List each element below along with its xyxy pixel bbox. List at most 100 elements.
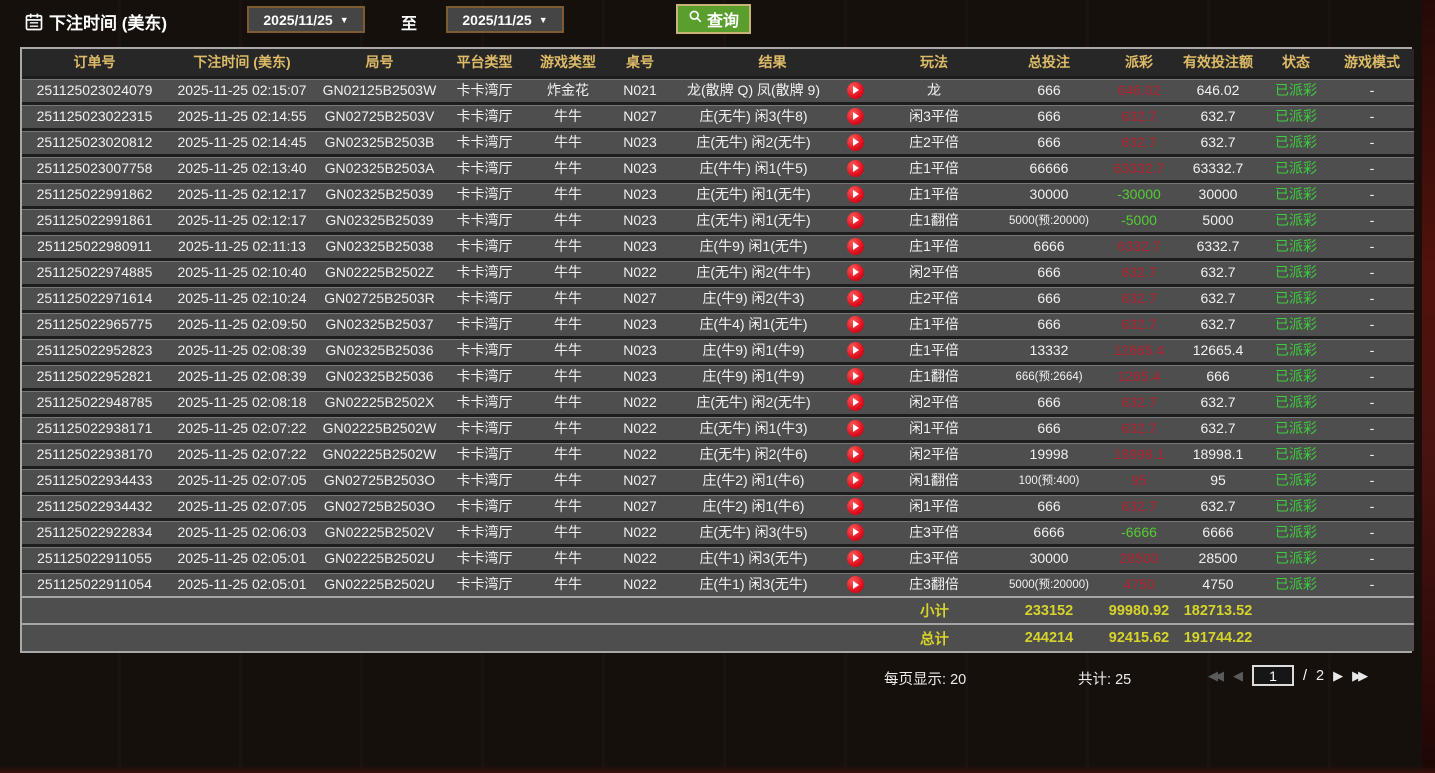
game-mode: - bbox=[1330, 259, 1414, 285]
status-badge: 已派彩 bbox=[1262, 441, 1330, 467]
game-mode: - bbox=[1330, 311, 1414, 337]
replay-video-button[interactable] bbox=[847, 134, 864, 151]
table-row: 251125022971614 2025-11-25 02:10:24 GN02… bbox=[22, 285, 1414, 311]
order-id: 251125022952823 bbox=[22, 337, 167, 363]
replay-video-button[interactable] bbox=[847, 420, 864, 437]
last-page-button[interactable]: ▶▶ bbox=[1352, 668, 1368, 684]
replay-video-button[interactable] bbox=[847, 264, 864, 281]
game-mode: - bbox=[1330, 77, 1414, 103]
subtotal-payout: 99980.92 bbox=[1104, 597, 1174, 624]
replay-video-button[interactable] bbox=[847, 342, 864, 359]
total-bet: 666(预:2664) bbox=[994, 363, 1104, 389]
platform-type: 卡卡湾厅 bbox=[442, 467, 527, 493]
replay-video-button[interactable] bbox=[847, 108, 864, 125]
status-badge: 已派彩 bbox=[1262, 155, 1330, 181]
status-badge: 已派彩 bbox=[1262, 77, 1330, 103]
replay-video-button[interactable] bbox=[847, 186, 864, 203]
game-type: 牛牛 bbox=[527, 571, 609, 597]
round-id: GN02225B2502W bbox=[317, 441, 442, 467]
payout-amount: 63332.7 bbox=[1104, 155, 1174, 181]
platform-type: 卡卡湾厅 bbox=[442, 519, 527, 545]
total-bet: 666 bbox=[994, 493, 1104, 519]
date-from-select[interactable]: 2025/11/25 ▼ bbox=[247, 6, 365, 33]
table-number: N022 bbox=[609, 519, 671, 545]
bet-option: 闲1翻倍 bbox=[874, 467, 994, 493]
order-id: 251125022934433 bbox=[22, 467, 167, 493]
prev-page-button[interactable]: ◀ bbox=[1233, 668, 1243, 684]
table-number: N023 bbox=[609, 181, 671, 207]
valid-bet-amount: 646.02 bbox=[1174, 77, 1262, 103]
result-text: 庄(牛2) 闲1(牛6) bbox=[671, 467, 836, 493]
round-id: GN02325B25039 bbox=[317, 207, 442, 233]
page-number-input[interactable] bbox=[1252, 665, 1294, 686]
table-number: N023 bbox=[609, 363, 671, 389]
search-icon bbox=[688, 9, 703, 29]
table-number: N021 bbox=[609, 77, 671, 103]
total-count-info: 共计: 25 bbox=[1078, 668, 1131, 689]
game-mode: - bbox=[1330, 467, 1414, 493]
search-button-label: 查询 bbox=[707, 7, 739, 31]
replay-video-button[interactable] bbox=[847, 446, 864, 463]
table-row: 251125022938171 2025-11-25 02:07:22 GN02… bbox=[22, 415, 1414, 441]
bet-time: 2025-11-25 02:07:22 bbox=[167, 415, 317, 441]
platform-type: 卡卡湾厅 bbox=[442, 337, 527, 363]
table-row: 251125022948785 2025-11-25 02:08:18 GN02… bbox=[22, 389, 1414, 415]
replay-video-button[interactable] bbox=[847, 238, 864, 255]
replay-video-button[interactable] bbox=[847, 472, 864, 489]
game-type: 牛牛 bbox=[527, 181, 609, 207]
game-mode: - bbox=[1330, 233, 1414, 259]
replay-video-button[interactable] bbox=[847, 394, 864, 411]
replay-video-button[interactable] bbox=[847, 498, 864, 515]
next-page-button[interactable]: ▶ bbox=[1333, 668, 1343, 684]
game-mode: - bbox=[1330, 337, 1414, 363]
replay-video-button[interactable] bbox=[847, 316, 864, 333]
valid-bet-amount: 6666 bbox=[1174, 519, 1262, 545]
round-id: GN02725B2503R bbox=[317, 285, 442, 311]
round-id: GN02225B2502X bbox=[317, 389, 442, 415]
game-type: 牛牛 bbox=[527, 233, 609, 259]
round-id: GN02725B2503O bbox=[317, 467, 442, 493]
payout-amount: 18998.1 bbox=[1104, 441, 1174, 467]
replay-video-button[interactable] bbox=[847, 212, 864, 229]
order-id: 251125022934432 bbox=[22, 493, 167, 519]
game-type: 牛牛 bbox=[527, 129, 609, 155]
bet-option: 庄3平倍 bbox=[874, 545, 994, 571]
table-row: 251125022974885 2025-11-25 02:10:40 GN02… bbox=[22, 259, 1414, 285]
result-text: 庄(无牛) 闲2(牛6) bbox=[671, 441, 836, 467]
total-bet: 666 bbox=[994, 77, 1104, 103]
total-bet: 6666 bbox=[994, 233, 1104, 259]
table-row: 251125022922834 2025-11-25 02:06:03 GN02… bbox=[22, 519, 1414, 545]
platform-type: 卡卡湾厅 bbox=[442, 545, 527, 571]
replay-video-button[interactable] bbox=[847, 550, 864, 567]
date-to-select[interactable]: 2025/11/25 ▼ bbox=[446, 6, 564, 33]
payout-amount: 632.7 bbox=[1104, 259, 1174, 285]
replay-video-button[interactable] bbox=[847, 82, 864, 99]
per-page-info: 每页显示: 20 bbox=[884, 668, 966, 689]
col-header-order: 订单号 bbox=[22, 49, 167, 77]
bet-option: 庄1平倍 bbox=[874, 311, 994, 337]
replay-video-button[interactable] bbox=[847, 160, 864, 177]
replay-video-button[interactable] bbox=[847, 524, 864, 541]
order-id: 251125022991862 bbox=[22, 181, 167, 207]
first-page-button[interactable]: ◀◀ bbox=[1208, 668, 1224, 684]
result-text: 庄(牛9) 闲1(无牛) bbox=[671, 233, 836, 259]
replay-video-button[interactable] bbox=[847, 290, 864, 307]
game-mode: - bbox=[1330, 389, 1414, 415]
bet-option: 庄1翻倍 bbox=[874, 363, 994, 389]
date-to-value: 2025/11/25 bbox=[462, 12, 531, 28]
col-header-game-mode: 游戏模式 bbox=[1330, 49, 1414, 77]
bet-time: 2025-11-25 02:10:40 bbox=[167, 259, 317, 285]
play-icon bbox=[853, 372, 859, 380]
search-button[interactable]: 查询 bbox=[676, 4, 751, 34]
status-badge: 已派彩 bbox=[1262, 207, 1330, 233]
table-row: 251125023022315 2025-11-25 02:14:55 GN02… bbox=[22, 103, 1414, 129]
result-text: 庄(牛9) 闲1(牛9) bbox=[671, 337, 836, 363]
result-text: 龙(散牌 Q) 凤(散牌 9) bbox=[671, 77, 836, 103]
bet-time-filter-title: 下注时间 (美东) bbox=[24, 9, 167, 34]
bet-option: 庄2平倍 bbox=[874, 285, 994, 311]
round-id: GN02325B2503B bbox=[317, 129, 442, 155]
replay-video-button[interactable] bbox=[847, 368, 864, 385]
payout-amount: 632.7 bbox=[1104, 103, 1174, 129]
replay-video-button[interactable] bbox=[847, 576, 864, 593]
table-row: 251125022934432 2025-11-25 02:07:05 GN02… bbox=[22, 493, 1414, 519]
